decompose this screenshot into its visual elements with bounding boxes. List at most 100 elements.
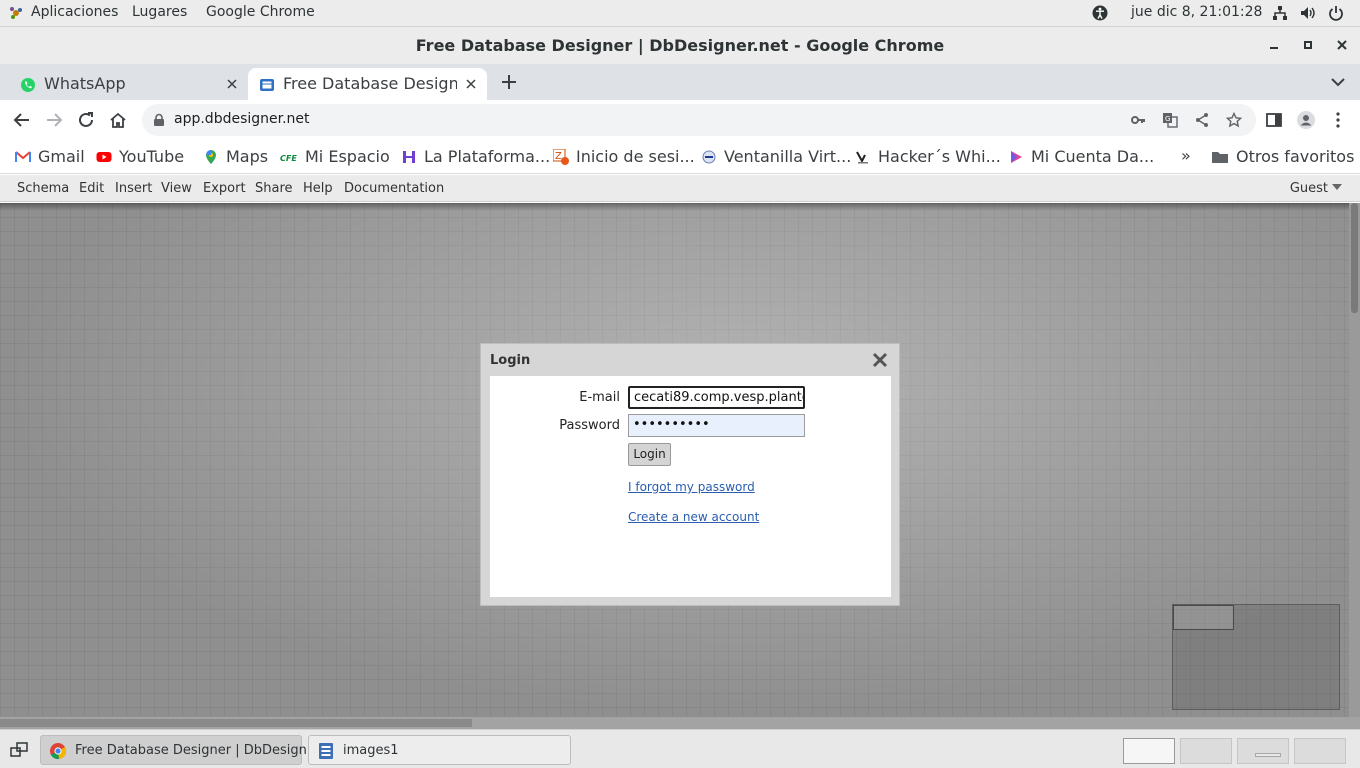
new-tab-icon[interactable] bbox=[499, 72, 519, 92]
translate-icon[interactable]: G bbox=[1162, 112, 1178, 128]
home-icon[interactable] bbox=[108, 110, 128, 130]
horizontal-scrollbar[interactable] bbox=[0, 717, 1360, 729]
menu-help[interactable]: Help bbox=[303, 181, 333, 196]
workspace-1[interactable] bbox=[1123, 738, 1175, 764]
kebab-menu-icon[interactable] bbox=[1328, 110, 1348, 130]
file-manager-icon bbox=[319, 743, 333, 759]
svg-text:CFE: CFE bbox=[280, 154, 297, 163]
workspace-4[interactable] bbox=[1294, 738, 1346, 764]
url-text[interactable]: app.dbdesigner.net bbox=[174, 111, 310, 127]
lock-icon[interactable] bbox=[152, 113, 166, 127]
places-menu[interactable]: Lugares bbox=[132, 4, 187, 20]
chevron-down-icon[interactable] bbox=[1329, 74, 1347, 90]
user-label: Guest bbox=[1289, 181, 1328, 196]
key-icon[interactable] bbox=[1130, 112, 1146, 128]
clock[interactable]: jue dic 8, 21:01:28 bbox=[1131, 4, 1262, 20]
ventanilla-icon bbox=[702, 150, 716, 164]
vertical-scrollbar[interactable] bbox=[1349, 203, 1360, 717]
workspace-window-thumb bbox=[1255, 753, 1281, 757]
dialog-body: E-mail cecati89.comp.vesp.plantel.i Pass… bbox=[490, 376, 891, 597]
minimize-icon[interactable] bbox=[1265, 36, 1283, 54]
task-label: images1 bbox=[343, 743, 399, 758]
menu-share[interactable]: Share bbox=[255, 181, 293, 196]
bookmark-star-icon[interactable] bbox=[1226, 112, 1242, 128]
volume-icon[interactable] bbox=[1300, 5, 1316, 21]
email-label: E-mail bbox=[579, 390, 620, 405]
dbdesigner-icon bbox=[260, 79, 274, 91]
bookmark-label: Mi Cuenta Da... bbox=[1031, 147, 1155, 166]
password-field[interactable]: •••••••••• bbox=[628, 414, 805, 437]
scrollbar-thumb[interactable] bbox=[1351, 203, 1358, 313]
user-menu[interactable]: Guest bbox=[1290, 181, 1342, 196]
bookmark-label: Inicio de sesi... bbox=[576, 147, 695, 166]
close-icon[interactable] bbox=[871, 351, 889, 369]
close-tab-icon[interactable] bbox=[463, 76, 479, 92]
window-title-bar[interactable]: Free Database Designer | DbDesigner.net … bbox=[0, 27, 1360, 64]
chrome-icon bbox=[50, 743, 67, 760]
bookmark-label: Ventanilla Virt... bbox=[724, 147, 852, 166]
whatsapp-icon bbox=[21, 78, 35, 92]
minimap-viewport[interactable] bbox=[1173, 605, 1234, 630]
email-field[interactable]: cecati89.comp.vesp.plantel.i bbox=[628, 386, 805, 409]
address-bar[interactable]: app.dbdesigner.net G bbox=[142, 104, 1256, 136]
create-account-link[interactable]: Create a new account bbox=[628, 510, 759, 524]
network-icon[interactable] bbox=[1272, 5, 1288, 21]
app-menu-bar: Schema Edit Insert View Export Share Hel… bbox=[0, 175, 1360, 202]
cfe-icon: CFE bbox=[280, 154, 297, 163]
back-icon[interactable] bbox=[12, 110, 32, 130]
gnome-top-bar: Aplicaciones Lugares Google Chrome jue d… bbox=[0, 0, 1360, 27]
maps-icon bbox=[206, 150, 216, 164]
bookmarks-overflow-button[interactable]: » bbox=[1181, 146, 1191, 168]
profile-avatar-icon[interactable] bbox=[1296, 110, 1316, 130]
share-icon[interactable] bbox=[1194, 112, 1210, 128]
bookmark-label: Mi Espacio bbox=[305, 147, 390, 166]
workspace-2[interactable] bbox=[1180, 738, 1232, 764]
login-button[interactable]: Login bbox=[628, 443, 671, 466]
bookmark-label: Maps bbox=[226, 147, 269, 166]
menu-edit[interactable]: Edit bbox=[79, 181, 104, 196]
forward-icon[interactable] bbox=[44, 110, 64, 130]
close-tab-icon[interactable] bbox=[224, 76, 240, 92]
window-title: Free Database Designer | DbDesigner.net … bbox=[415, 36, 945, 55]
applications-menu[interactable]: Aplicaciones bbox=[31, 4, 118, 20]
cuenta-icon bbox=[1011, 151, 1022, 163]
svg-text:Z: Z bbox=[555, 151, 562, 162]
menu-documentation[interactable]: Documentation bbox=[344, 181, 444, 196]
tab-whatsapp[interactable]: WhatsApp bbox=[0, 68, 248, 100]
bookmark-label: Gmail bbox=[38, 147, 85, 166]
tab-dbdesigner[interactable]: Free Database Designer | DbDesigner.net bbox=[248, 68, 487, 100]
hacker-icon bbox=[856, 151, 868, 164]
plataforma-icon bbox=[403, 151, 415, 163]
gnome-bottom-panel: Free Database Designer | DbDesign... ima… bbox=[0, 729, 1360, 768]
tab-label: Free Database Designer | DbDesigner.net bbox=[283, 74, 457, 93]
maximize-icon[interactable] bbox=[1299, 36, 1317, 54]
menu-export[interactable]: Export bbox=[203, 181, 246, 196]
bookmarks-bar: Gmail YouTube Maps CFE Mi Espacio La Pla… bbox=[0, 140, 1360, 174]
close-window-icon[interactable] bbox=[1333, 36, 1351, 54]
tab-label: WhatsApp bbox=[44, 74, 126, 93]
task-label: Free Database Designer | DbDesign... bbox=[75, 743, 320, 758]
forgot-password-link[interactable]: I forgot my password bbox=[628, 480, 755, 494]
power-icon[interactable] bbox=[1328, 5, 1344, 21]
show-desktop-icon[interactable] bbox=[10, 742, 28, 758]
tab-strip: WhatsApp Free Database Designer | DbDesi… bbox=[0, 64, 1360, 100]
browser-toolbar: app.dbdesigner.net G bbox=[0, 100, 1360, 140]
accessibility-icon[interactable] bbox=[1092, 5, 1108, 21]
taskbar-images1[interactable]: images1 bbox=[308, 735, 571, 765]
bookmark-label: YouTube bbox=[119, 147, 185, 166]
youtube-icon bbox=[96, 152, 112, 162]
reload-icon[interactable] bbox=[76, 110, 96, 130]
zoom-icon: Z bbox=[553, 149, 569, 165]
svg-text:G: G bbox=[1165, 115, 1170, 123]
applications-icon bbox=[10, 7, 22, 19]
minimap[interactable] bbox=[1172, 604, 1340, 710]
scrollbar-thumb[interactable] bbox=[0, 719, 472, 727]
menu-view[interactable]: View bbox=[161, 181, 192, 196]
gmail-icon bbox=[15, 151, 31, 162]
menu-insert[interactable]: Insert bbox=[115, 181, 152, 196]
side-panel-icon[interactable] bbox=[1264, 110, 1284, 130]
menu-schema[interactable]: Schema bbox=[17, 181, 69, 196]
app-menu[interactable]: Google Chrome bbox=[206, 4, 315, 20]
workspace-3[interactable] bbox=[1237, 738, 1289, 764]
taskbar-chrome[interactable]: Free Database Designer | DbDesign... bbox=[40, 735, 319, 765]
